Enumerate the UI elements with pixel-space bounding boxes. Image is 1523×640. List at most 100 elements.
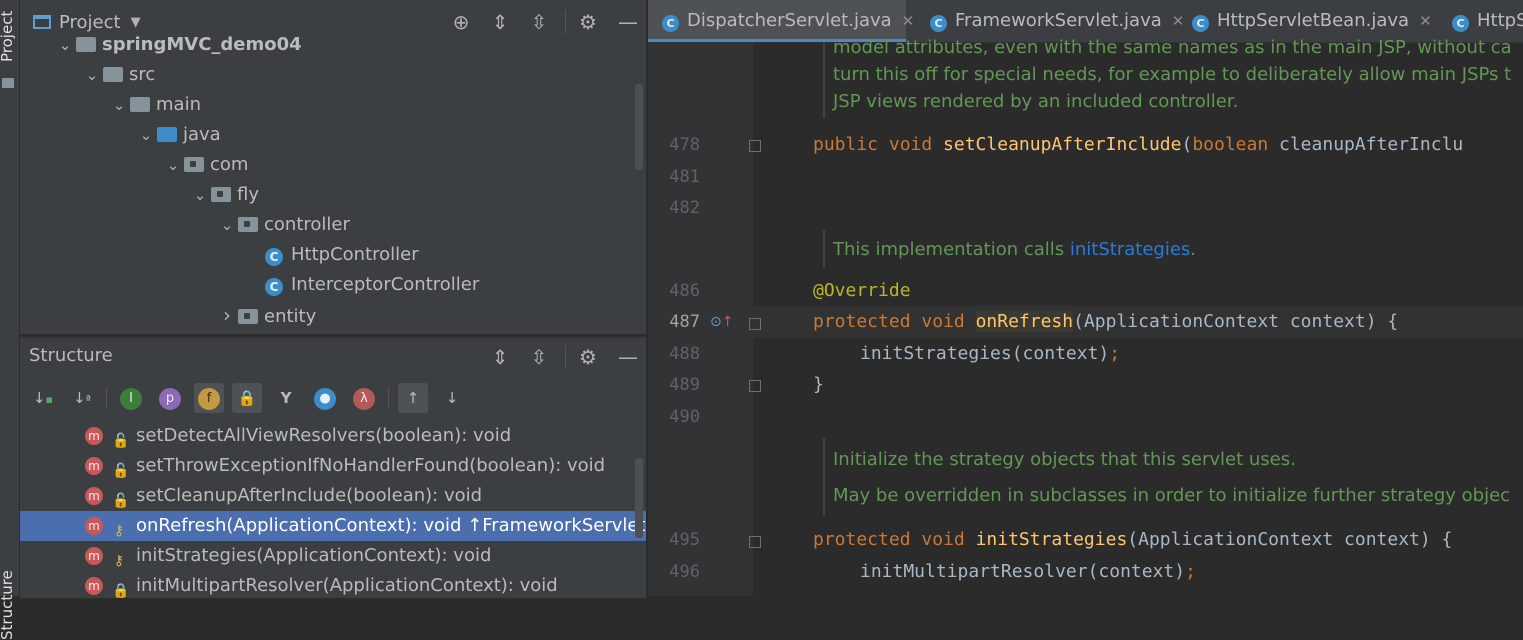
tree-item[interactable]: C HttpController: [243, 240, 419, 270]
hide-icon[interactable]: —: [617, 346, 639, 368]
fold-collapse-icon[interactable]: [749, 536, 761, 548]
doc-comment-line: May be overridden in subclasses in order…: [833, 485, 1511, 506]
collapse-all-icon[interactable]: ⇳: [528, 11, 550, 33]
close-icon[interactable]: ✕: [1419, 12, 1432, 30]
code-line-478[interactable]: public void setCleanupAfterInclude(boole…: [813, 134, 1463, 155]
chevron-down-icon[interactable]: ⌄: [108, 90, 130, 120]
tree-item-label: main: [156, 94, 201, 115]
lock-icon: 🔒: [237, 389, 257, 407]
tree-item[interactable]: ⌄ com: [162, 150, 249, 180]
structure-member-label: setCleanupAfterInclude(boolean): void: [136, 485, 483, 506]
tree-item[interactable]: C InterceptorController: [243, 270, 479, 300]
editor-tab[interactable]: C HttpS: [1438, 0, 1523, 42]
structure-member[interactable]: m 🔒 initMultipartResolver(ApplicationConte…: [20, 571, 646, 598]
chevron-down-icon[interactable]: ⌄: [54, 30, 76, 60]
folder-icon: [2, 78, 14, 88]
fold-collapse-icon[interactable]: [749, 380, 761, 392]
code-line-496[interactable]: initMultipartResolver(context);: [860, 561, 1196, 582]
structure-scrollbar[interactable]: [635, 458, 643, 538]
tree-item-label: entity: [264, 306, 317, 327]
tree-item[interactable]: ⌄ controller: [216, 210, 350, 240]
doc-link[interactable]: initStrategies: [1070, 239, 1190, 260]
structure-member-label: onRefresh(ApplicationContext): void ↑Fra…: [136, 515, 646, 536]
method-icon: m: [85, 577, 103, 595]
tree-item-label: fly: [237, 184, 259, 205]
gear-icon[interactable]: ⚙: [577, 11, 599, 33]
package-icon: [238, 217, 258, 232]
structure-member[interactable]: m ⚷ onRefresh(ApplicationContext): void ↑F…: [20, 511, 646, 541]
folder-icon: [76, 37, 96, 52]
code-line-488[interactable]: initStrategies(context);: [860, 343, 1120, 364]
expand-all-icon[interactable]: ⇕: [489, 346, 511, 368]
property-icon: p: [159, 387, 181, 410]
fold-expand-icon[interactable]: [749, 140, 761, 152]
toolbar-divider: [388, 388, 389, 408]
line-number: 478: [669, 135, 700, 155]
overrides-method-icon[interactable]: ⊙↑: [710, 314, 733, 330]
show-properties-button[interactable]: p: [155, 383, 185, 413]
hide-icon[interactable]: —: [617, 11, 639, 33]
sort-alphabetically-button[interactable]: ↓ª: [67, 383, 97, 413]
show-interfaces-button[interactable]: ●: [310, 383, 340, 413]
editor-tab[interactable]: C DispatcherServlet.java ✕: [648, 0, 914, 42]
chevron-down-icon[interactable]: ⌄: [189, 180, 211, 210]
structure-member[interactable]: m ⚷ initStrategies(ApplicationContext): vo…: [20, 541, 646, 571]
tree-item-label: springMVC_demo04: [102, 34, 302, 55]
chevron-down-icon[interactable]: ⌄: [216, 210, 238, 240]
code-line-495[interactable]: protected void initStrategies(Applicatio…: [813, 529, 1452, 550]
show-non-public-button[interactable]: 🔒: [232, 383, 262, 413]
line-number: 488: [669, 344, 700, 364]
project-tool-window-tab[interactable]: Project: [0, 11, 16, 62]
tree-item-label: controller: [264, 214, 350, 235]
collapse-all-icon[interactable]: ⇳: [528, 346, 550, 368]
method-icon: m: [85, 457, 103, 475]
tree-item[interactable]: ⌄ springMVC_demo04: [54, 30, 302, 60]
structure-member[interactable]: m 🔓 setDetectAllViewResolvers(boolean): vo…: [20, 421, 646, 451]
structure-member[interactable]: m 🔓 setCleanupAfterInclude(boolean): void: [20, 481, 646, 511]
code-line-489[interactable]: }: [813, 374, 824, 395]
code-line-486[interactable]: @Override: [813, 280, 911, 301]
gear-icon[interactable]: ⚙: [577, 346, 599, 368]
doc-comment-marker: [823, 42, 825, 118]
line-number: 482: [669, 198, 700, 218]
show-fields-button[interactable]: f: [194, 383, 224, 413]
show-lambdas-button[interactable]: λ: [349, 383, 379, 413]
chevron-down-icon[interactable]: ⌄: [162, 150, 184, 180]
toolbar-divider: [565, 10, 566, 34]
folder-icon: [103, 67, 123, 82]
expand-all-icon[interactable]: ⇕: [489, 11, 511, 33]
show-inherited-button[interactable]: I: [116, 383, 146, 413]
sort-by-visibility-button[interactable]: ↓▪: [28, 383, 58, 413]
structure-tool-window-tab[interactable]: Structure: [0, 570, 16, 640]
close-icon[interactable]: ✕: [902, 12, 915, 30]
project-panel: Project ▼ ⊕ ⇕ ⇳ ⚙ — ⌄ springMVC_demo04 ⌄ sr…: [20, 0, 646, 334]
doc-comment-line: This implementation calls initStrategies…: [833, 239, 1197, 260]
autoscroll-to-source-button[interactable]: ↑: [398, 383, 428, 413]
method-icon: m: [85, 517, 103, 535]
project-scrollbar[interactable]: [635, 84, 643, 170]
locate-icon[interactable]: ⊕: [450, 11, 472, 33]
tree-item-label: java: [183, 124, 221, 145]
chevron-down-icon[interactable]: ⌄: [135, 120, 157, 150]
doc-comment-line: Initialize the strategy objects that thi…: [833, 449, 1296, 470]
editor-tab[interactable]: C FrameworkServlet.java ✕: [916, 0, 1184, 42]
structure-member[interactable]: m 🔓 setThrowExceptionIfNoHandlerFound(bool…: [20, 451, 646, 481]
show-anonymous-button[interactable]: Y: [271, 383, 301, 413]
tree-item-label: com: [210, 154, 249, 175]
method-icon: m: [85, 487, 103, 505]
chevron-down-icon[interactable]: ⌄: [81, 60, 103, 90]
chevron-down-icon[interactable]: ▼: [131, 15, 141, 30]
fold-collapse-icon[interactable]: [749, 318, 761, 330]
tree-item[interactable]: ⌄ main: [108, 90, 201, 120]
autoscroll-from-source-button[interactable]: ↓: [437, 383, 467, 413]
code-line-487[interactable]: protected void onRefresh(ApplicationCont…: [813, 311, 1398, 332]
tree-item[interactable]: ⌄ java: [135, 120, 221, 150]
structure-member-label: setDetectAllViewResolvers(boolean): void: [136, 425, 512, 446]
chevron-right-icon[interactable]: ›: [216, 300, 238, 330]
tree-item[interactable]: ⌄ fly: [189, 180, 259, 210]
tree-item[interactable]: › entity: [216, 300, 316, 330]
line-number: 490: [669, 407, 700, 427]
tree-item[interactable]: ⌄ src: [81, 60, 156, 90]
editor-tab[interactable]: C HttpServletBean.java ✕: [1178, 0, 1432, 42]
tree-item-label: src: [129, 64, 156, 85]
